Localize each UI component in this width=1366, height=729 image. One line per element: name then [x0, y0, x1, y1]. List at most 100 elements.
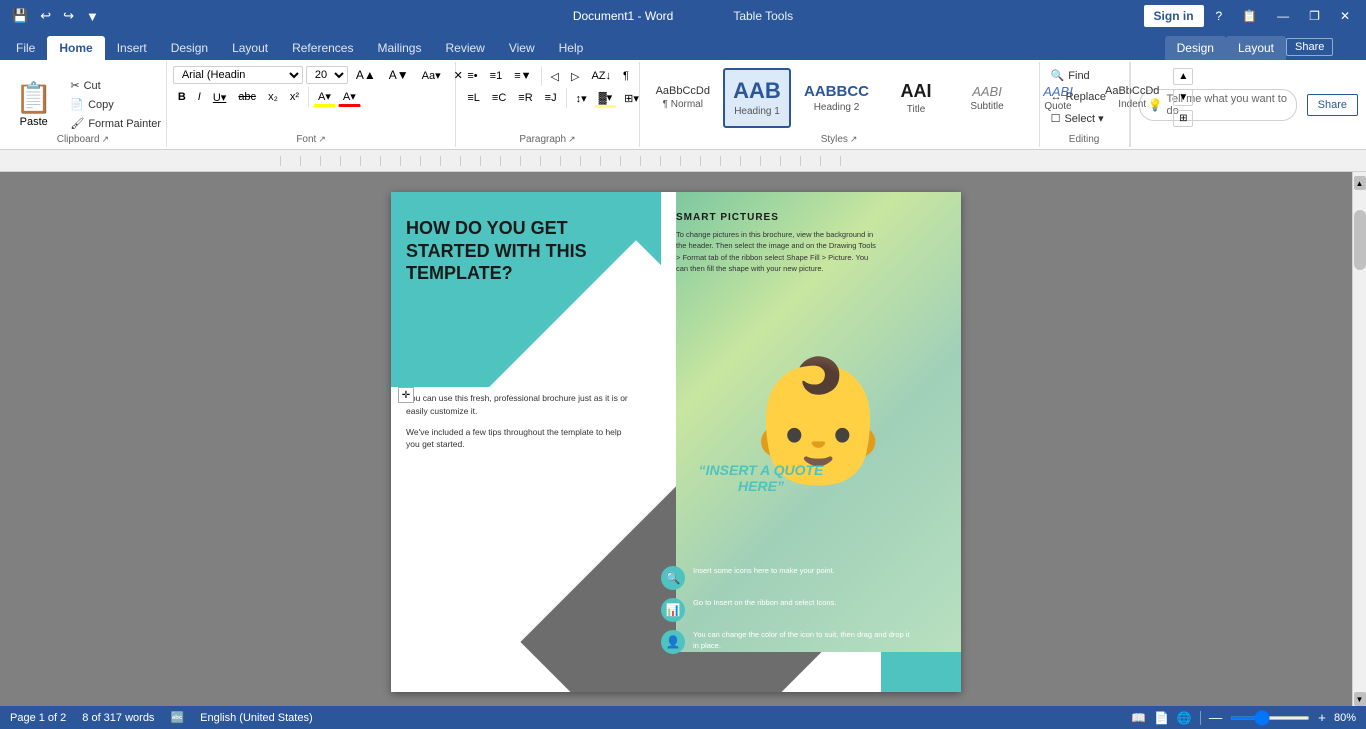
share-button[interactable]: Share [1286, 38, 1333, 56]
cut-button[interactable]: ✂ Cut [65, 76, 166, 95]
style-heading2[interactable]: AABBCC Heading 2 [794, 68, 879, 128]
tab-review[interactable]: Review [433, 36, 496, 60]
sign-in-button[interactable]: Sign in [1144, 5, 1204, 27]
document-scroll: 👶 ✛ HOW DO YOU GET STARTED WITH THIS TEM… [0, 172, 1352, 706]
bullets-button[interactable]: ≡• [462, 68, 482, 84]
help-ribbon-button[interactable]: ? [1208, 5, 1231, 27]
quote-text[interactable]: “INSERT A QUOTE HERE” [681, 462, 841, 494]
read-mode-button[interactable]: 📖 [1131, 711, 1146, 725]
editing-group: 🔍 Find ↔ Replace ☐ Select ▾ Editing [1040, 62, 1130, 147]
language[interactable]: English (United States) [200, 712, 313, 724]
paste-label: Paste [20, 116, 48, 128]
font-expand-icon[interactable]: ↗ [318, 134, 326, 145]
table-move-handle[interactable]: ✛ [398, 387, 414, 403]
tab-design[interactable]: Design [159, 36, 220, 60]
multilevel-list-button[interactable]: ≡▼ [509, 68, 536, 84]
paste-icon: 📋 [15, 81, 52, 116]
ribbon-display-button[interactable]: 📋 [1234, 5, 1265, 27]
zoom-in-button[interactable]: + [1318, 710, 1326, 725]
styles-scroll-up-button[interactable]: ▲ [1173, 68, 1193, 85]
align-right-button[interactable]: ≡R [513, 90, 537, 106]
font-shrink-button[interactable]: A▼ [384, 66, 414, 84]
tab-view[interactable]: View [497, 36, 547, 60]
zoom-slider[interactable] [1230, 716, 1310, 720]
document-body[interactable]: You can use this fresh, professional bro… [406, 392, 636, 459]
align-center-button[interactable]: ≡C [487, 90, 511, 106]
paragraph-group-label: Paragraph ↗ [456, 134, 638, 145]
tab-file[interactable]: File [4, 36, 47, 60]
tab-table-layout[interactable]: Layout [1226, 36, 1286, 60]
zoom-out-button[interactable]: — [1209, 710, 1222, 725]
share-button[interactable]: Share [1307, 94, 1358, 116]
undo-button[interactable]: ↩ [36, 6, 55, 26]
scroll-down-button[interactable]: ▼ [1354, 692, 1366, 706]
vertical-scrollbar[interactable]: ▲ ▼ [1352, 172, 1366, 706]
shading-button[interactable]: ▓▾ [594, 89, 618, 108]
line-spacing-button[interactable]: ↕▾ [571, 90, 592, 107]
style-normal[interactable]: AaBbCcDd ¶ Normal [646, 68, 720, 128]
find-button[interactable]: 🔍 Find [1046, 66, 1095, 85]
close-button[interactable]: ✕ [1332, 5, 1358, 27]
font-grow-button[interactable]: A▲ [351, 66, 381, 84]
style-heading1[interactable]: AAB Heading 1 [723, 68, 791, 128]
tab-help[interactable]: Help [547, 36, 596, 60]
quick-access-toolbar: 💾 ↩ ↪ ▼ [8, 6, 103, 26]
icon-text-3: You can change the color of the icon to … [693, 630, 911, 651]
replace-button[interactable]: ↔ Replace [1046, 88, 1111, 106]
increase-indent-button[interactable]: ▷ [566, 68, 584, 85]
scroll-up-button[interactable]: ▲ [1354, 176, 1366, 190]
bold-button[interactable]: B [173, 89, 191, 105]
styles-more-button[interactable]: ⊞ [1173, 110, 1193, 127]
zoom-level[interactable]: 80% [1334, 712, 1356, 724]
quick-access-more-button[interactable]: ▼ [82, 7, 103, 26]
proofing-icon[interactable]: 🔤 [170, 711, 184, 724]
minimize-button[interactable]: — [1269, 5, 1297, 27]
style-normal-label: ¶ Normal [663, 99, 703, 110]
tab-mailings[interactable]: Mailings [365, 36, 433, 60]
style-subtitle[interactable]: AABI Subtitle [953, 68, 1021, 128]
font-size-select[interactable]: 20 [306, 66, 348, 84]
styles-expand-icon[interactable]: ↗ [850, 134, 858, 145]
underline-button[interactable]: U▾ [208, 89, 231, 106]
decrease-indent-button[interactable]: ◁ [546, 68, 564, 85]
font-name-select[interactable]: Arial (Headin [173, 66, 303, 84]
format-painter-icon: 🖌 [70, 117, 84, 130]
subscript-button[interactable]: x₂ [263, 89, 283, 105]
print-layout-button[interactable]: 📄 [1154, 711, 1169, 725]
justify-button[interactable]: ≡J [540, 90, 562, 106]
document-heading-text: HOW DO YOU GET STARTED WITH THIS TEMPLAT… [406, 217, 636, 285]
tab-insert[interactable]: Insert [105, 36, 159, 60]
scroll-thumb[interactable] [1354, 210, 1366, 270]
tab-references[interactable]: References [280, 36, 365, 60]
style-subtitle-preview: AABI [972, 84, 1002, 99]
clipboard-expand-icon[interactable]: ↗ [102, 134, 110, 145]
styles-scroll-down-button[interactable]: ▼ [1173, 89, 1193, 106]
paragraph-expand-icon[interactable]: ↗ [568, 134, 576, 145]
restore-button[interactable]: ❐ [1301, 5, 1328, 27]
copy-button[interactable]: 📄 Copy [65, 95, 166, 114]
superscript-button[interactable]: x² [285, 89, 304, 105]
format-painter-button[interactable]: 🖌 Format Painter [65, 114, 166, 133]
document-page[interactable]: 👶 ✛ HOW DO YOU GET STARTED WITH THIS TEM… [391, 192, 961, 692]
tab-home[interactable]: Home [47, 36, 104, 60]
web-layout-button[interactable]: 🌐 [1177, 711, 1192, 725]
select-button[interactable]: ☐ Select ▾ [1046, 109, 1109, 128]
sort-button[interactable]: AZ↓ [586, 68, 616, 84]
font-color-button[interactable]: A▾ [338, 88, 361, 107]
text-highlight-button[interactable]: A▾ [313, 88, 336, 107]
italic-button[interactable]: I [193, 89, 206, 105]
tab-table-design[interactable]: Design [1165, 36, 1226, 60]
smart-pictures-section[interactable]: SMART PICTURES To change pictures in thi… [676, 212, 876, 274]
person-icon: 👤 [666, 635, 681, 649]
change-case-button[interactable]: Aa▾ [417, 67, 446, 84]
align-left-button[interactable]: ≡L [462, 90, 485, 106]
style-title[interactable]: AAI Title [882, 68, 950, 128]
tab-layout[interactable]: Layout [220, 36, 280, 60]
redo-button[interactable]: ↪ [59, 6, 78, 26]
paste-button[interactable]: 📋 Paste [6, 76, 61, 133]
numbering-button[interactable]: ≡1 [485, 68, 508, 84]
document-heading[interactable]: HOW DO YOU GET STARTED WITH THIS TEMPLAT… [406, 217, 636, 285]
save-button[interactable]: 💾 [8, 6, 32, 26]
strikethrough-button[interactable]: abc [233, 89, 261, 105]
show-marks-button[interactable]: ¶ [618, 68, 634, 84]
